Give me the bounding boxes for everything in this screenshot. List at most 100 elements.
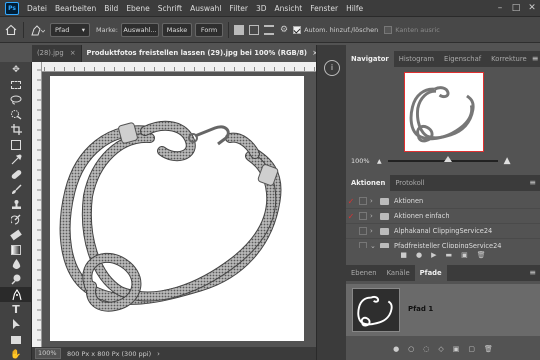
eyedropper-tool-icon[interactable] [0,152,32,167]
tab-navigator[interactable]: Navigator [346,51,394,67]
make-path-icon[interactable]: ◇ [438,345,443,353]
action-set-row[interactable]: ✓ › Aktionen [346,194,540,209]
selection-button[interactable]: Auswahl... [121,22,159,37]
dialog-toggle[interactable] [359,212,367,220]
auto-add-delete-checkbox[interactable] [293,25,302,34]
path-alignment-icon[interactable] [249,24,259,35]
chevron-right-icon[interactable]: › [157,350,160,358]
collapsed-panel-dock: i [316,45,346,360]
path-operations-icon[interactable] [234,24,244,35]
marquee-tool-icon[interactable] [0,77,32,92]
menu-schrift[interactable]: Schrift [154,0,186,17]
chevron-right-icon[interactable]: › [370,197,378,205]
trash-icon[interactable]: 🗑 [477,251,486,259]
new-path-icon[interactable]: ▢ [468,345,475,353]
crop-tool-icon[interactable] [0,122,32,137]
dialog-toggle[interactable] [359,227,367,235]
dodge-tool-icon[interactable] [0,272,32,287]
close-window-button[interactable]: ✕ [524,3,540,13]
zoom-in-mountain-icon[interactable]: ▲ [504,156,511,166]
info-icon[interactable]: i [324,60,340,76]
action-set-row[interactable]: › Alphakanal ClippingService24 [346,224,540,239]
menu-bild[interactable]: Bild [100,0,122,17]
check-icon[interactable]: ✓ [346,197,356,206]
clone-stamp-tool-icon[interactable] [0,197,32,212]
gradient-tool-icon[interactable] [0,242,32,257]
home-icon[interactable] [4,23,18,37]
history-brush-tool-icon[interactable] [0,212,32,227]
healing-brush-tool-icon[interactable] [0,167,32,182]
tab-document-28[interactable]: (28).jpg × [32,45,82,62]
move-tool-icon[interactable]: ✥ [0,62,32,77]
load-selection-icon[interactable]: ◌ [423,345,429,353]
action-set-row[interactable]: ✓ › Aktionen einfach [346,209,540,224]
chevron-right-icon[interactable]: › [370,212,378,220]
menu-datei[interactable]: Datei [23,0,51,17]
maximize-button[interactable]: □ [508,3,524,13]
brush-tool-icon[interactable] [0,182,32,197]
tab-history[interactable]: Protokoll [390,175,429,191]
tab-paths[interactable]: Pfade [414,265,447,281]
quick-selection-tool-icon[interactable] [0,107,32,122]
menu-ansicht[interactable]: Ansicht [271,0,307,17]
close-icon[interactable]: × [70,49,76,57]
rectangle-tool-icon[interactable] [0,332,32,347]
panel-menu-icon[interactable]: ≡ [529,265,536,281]
tab-layers[interactable]: Ebenen [346,265,382,281]
record-icon[interactable]: ● [416,251,422,259]
align-edges-checkbox[interactable] [384,25,393,34]
panel-menu-icon[interactable]: ≡ [529,175,536,191]
menu-auswahl[interactable]: Auswahl [186,0,225,17]
gear-icon[interactable]: ⚙ [280,25,288,35]
chevron-right-icon[interactable]: › [370,227,378,235]
panel-menu-icon[interactable]: ≡ [532,51,539,67]
dialog-toggle[interactable] [359,197,367,205]
menu-hilfe[interactable]: Hilfe [342,0,367,17]
navigator-preview[interactable] [404,72,484,152]
mode-select[interactable]: Pfad ▾ [50,22,90,37]
minimize-button[interactable]: – [492,3,508,13]
blur-tool-icon[interactable] [0,257,32,272]
stop-icon[interactable]: ■ [400,251,407,259]
mask-button[interactable]: Maske [162,22,192,37]
trash-icon[interactable]: 🗑 [484,345,493,353]
layers-panel-tabs: Ebenen Kanäle Pfade ≡ [346,265,540,281]
fill-path-icon[interactable]: ● [393,345,399,353]
new-set-icon[interactable]: ▬ [445,251,452,259]
check-icon[interactable]: ✓ [346,212,356,221]
lasso-tool-icon[interactable] [0,92,32,107]
form-button[interactable]: Form [195,22,223,37]
tab-properties[interactable]: Eigenschaf [439,51,486,67]
add-mask-icon[interactable]: ▣ [453,345,460,353]
new-action-icon[interactable]: ▣ [461,251,468,259]
navigator-zoom-value[interactable]: 100% [351,157,377,165]
zoom-out-mountain-icon[interactable]: ▲ [377,158,382,165]
menu-fenster[interactable]: Fenster [306,0,342,17]
document-canvas[interactable] [50,76,304,341]
menu-ebene[interactable]: Ebene [122,0,153,17]
play-icon[interactable]: ▶ [431,251,436,259]
menu-bar: Ps Datei Bearbeiten Bild Ebene Schrift A… [0,0,540,17]
pen-tool-preset-icon[interactable] [29,23,47,37]
pen-tool-icon[interactable] [0,287,32,302]
frame-tool-icon[interactable] [0,137,32,152]
tab-adjustments[interactable]: Korrekture [486,51,532,67]
zoom-slider-handle[interactable] [444,156,453,162]
path-row[interactable]: Pfad 1 [346,284,540,336]
menu-filter[interactable]: Filter [225,0,252,17]
tab-channels[interactable]: Kanäle [382,265,415,281]
tab-document-29[interactable]: Produktfotos freistellen lassen (29).jpg… [81,45,325,62]
menu-bearbeiten[interactable]: Bearbeiten [51,0,100,17]
path-arrangement-icon[interactable] [264,24,274,35]
path-selection-tool-icon[interactable] [0,317,32,332]
tab-histogram[interactable]: Histogram [394,51,439,67]
zoom-field[interactable]: 100% [35,348,61,359]
hand-tool-icon[interactable]: ✋ [0,347,32,360]
type-tool-icon[interactable]: T [0,302,32,317]
folder-icon [380,212,389,220]
navigator-zoom-slider[interactable] [387,156,498,162]
tab-actions[interactable]: Aktionen [346,175,391,191]
stroke-path-icon[interactable]: ○ [408,345,414,353]
menu-3d[interactable]: 3D [252,0,271,17]
eraser-tool-icon[interactable] [0,227,32,242]
